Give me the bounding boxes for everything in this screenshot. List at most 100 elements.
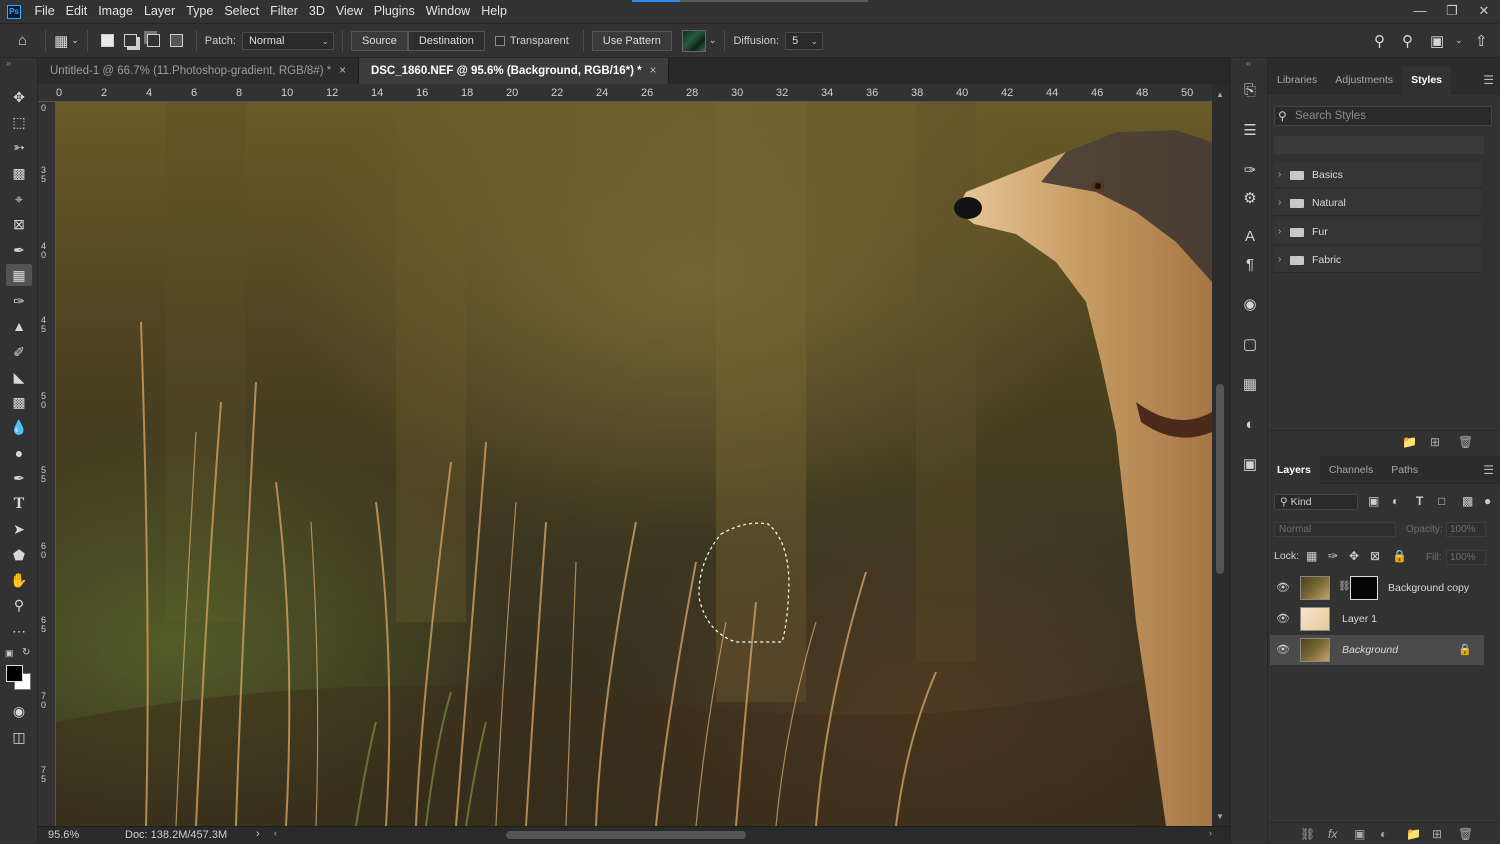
menu-type[interactable]: Type	[181, 0, 219, 23]
layer-filter-select[interactable]: ⚲ Kind	[1274, 494, 1358, 510]
patch-icon[interactable]: ▦	[6, 264, 32, 286]
patterns-icon[interactable]: ▦	[1238, 374, 1262, 396]
history-brush-icon[interactable]: ✐	[6, 341, 32, 363]
crop-icon[interactable]: ⌖	[6, 188, 32, 210]
pattern-picker[interactable]	[681, 29, 706, 52]
menu-3d[interactable]: 3D	[303, 0, 330, 23]
screen-mode-icon[interactable]: ◫	[6, 726, 32, 748]
visibility-eye-icon[interactable]: 👁	[1276, 581, 1290, 594]
tab-libraries[interactable]: Libraries	[1268, 66, 1326, 94]
search-cloud-icon[interactable]: ⚲	[1374, 32, 1385, 50]
collapse-icon[interactable]: «	[1246, 58, 1251, 68]
color-icon[interactable]: ◐	[1238, 414, 1262, 436]
marquee-icon[interactable]: ⬚	[6, 111, 32, 133]
eraser-icon[interactable]: ◣	[6, 366, 32, 388]
collapse-icon[interactable]: »	[6, 58, 11, 68]
tab-paths[interactable]: Paths	[1382, 456, 1427, 484]
tab-dsc-1860[interactable]: DSC_1860.NEF @ 95.6% (Background, RGB/16…	[358, 58, 670, 84]
minimize-icon[interactable]: —	[1404, 0, 1436, 23]
gradients-icon[interactable]: ▢	[1238, 334, 1262, 356]
lock-position-icon[interactable]: ✥	[1349, 549, 1359, 563]
eyedropper-icon[interactable]: ✒	[6, 239, 32, 261]
scrollbar-thumb[interactable]	[1216, 384, 1224, 574]
close-tab-icon[interactable]: ×	[339, 65, 346, 77]
scrollbar-thumb[interactable]	[506, 831, 746, 839]
pixel-filter-icon[interactable]: ▣	[1368, 494, 1379, 508]
swap-colors-icon[interactable]: ↻	[22, 647, 30, 658]
brush-icon[interactable]: ✑	[6, 290, 32, 312]
new-group-icon[interactable]: 📁	[1402, 435, 1417, 449]
chevron-down-icon[interactable]: ⌄	[71, 35, 79, 46]
menu-help[interactable]: Help	[476, 0, 513, 23]
menu-filter[interactable]: Filter	[265, 0, 304, 23]
chevron-down-icon[interactable]: ⌄	[1455, 35, 1463, 46]
move-icon[interactable]: ✥	[6, 86, 32, 108]
use-pattern-button[interactable]: Use Pattern	[591, 30, 672, 51]
close-tab-icon[interactable]: ×	[650, 65, 657, 77]
horizontal-ruler[interactable]: 0 2 4 6 8 10 12 14 16 18 20 22 24 26 28 30 32 34 36 38 40 42 4…	[38, 84, 1214, 102]
menu-window[interactable]: Window	[420, 0, 475, 23]
scroll-right-icon[interactable]: ›	[1209, 828, 1212, 838]
smart-object-filter-icon[interactable]: ▩	[1462, 494, 1473, 508]
tab-layers[interactable]: Layers	[1268, 456, 1320, 484]
default-colors-icon[interactable]: ▣	[5, 648, 14, 659]
shape-filter-icon[interactable]: □	[1438, 494, 1445, 508]
lock-image-icon[interactable]: ✑	[1328, 549, 1338, 563]
patch-tool-preset-icon[interactable]: ▦	[54, 32, 68, 50]
style-folder-fabric[interactable]: › Fabric	[1274, 247, 1482, 273]
frame-icon[interactable]: ⊠	[6, 213, 32, 235]
restore-icon[interactable]: ❐	[1436, 0, 1468, 23]
document-canvas[interactable]	[56, 102, 1212, 826]
lock-transparent-icon[interactable]: ▦	[1306, 549, 1317, 563]
chevron-down-icon[interactable]: ⌄	[709, 35, 717, 46]
path-select-icon[interactable]: ➤	[6, 518, 32, 540]
fx-icon[interactable]: fx	[1328, 827, 1337, 841]
visibility-eye-icon[interactable]: 👁	[1276, 643, 1290, 656]
lasso-icon[interactable]: ➳	[6, 136, 32, 158]
opacity-field[interactable]: 100%	[1446, 522, 1486, 537]
scroll-down-icon[interactable]: ▼	[1216, 812, 1224, 821]
new-selection-icon[interactable]	[100, 34, 114, 47]
intersect-selection-icon[interactable]	[169, 34, 183, 47]
gradient-icon[interactable]: ▩	[6, 391, 32, 413]
adjustment-layer-icon[interactable]: ◐	[1380, 827, 1387, 841]
destination-button[interactable]: Destination	[407, 30, 485, 51]
menu-edit[interactable]: Edit	[60, 0, 93, 23]
brushes-icon[interactable]: ⚙	[1238, 188, 1262, 210]
style-folder-fur[interactable]: › Fur	[1274, 219, 1482, 245]
scroll-left-icon[interactable]: ‹	[274, 828, 277, 838]
layer-mask-thumbnail[interactable]	[1350, 576, 1378, 600]
menu-layer[interactable]: Layer	[138, 0, 180, 23]
new-group-icon[interactable]: 📁	[1406, 827, 1421, 841]
delete-icon[interactable]: 🗑	[1458, 435, 1473, 449]
diffusion-field[interactable]: 5 ⌄	[785, 31, 824, 50]
menu-select[interactable]: Select	[219, 0, 265, 23]
blur-icon[interactable]: 💧	[6, 416, 32, 438]
dodge-icon[interactable]: ●	[6, 442, 32, 464]
workspace-icon[interactable]: ▣	[1430, 32, 1444, 50]
subtract-selection-icon[interactable]	[146, 34, 160, 47]
hand-icon[interactable]: ✋	[6, 569, 32, 591]
lock-all-icon[interactable]: 🔒	[1392, 549, 1407, 563]
panel-menu-icon[interactable]: ☰	[1483, 66, 1494, 94]
paragraph-icon[interactable]: ¶	[1238, 254, 1262, 276]
brush-settings-icon[interactable]: ✑	[1238, 160, 1262, 182]
new-layer-icon[interactable]: ⊞	[1432, 827, 1442, 841]
layer-row-background[interactable]: 👁 Background 🔒	[1270, 635, 1484, 665]
scroll-up-icon[interactable]: ▲	[1216, 90, 1224, 99]
panel-menu-icon[interactable]: ☰	[1483, 456, 1494, 484]
zoom-icon[interactable]: ⚲	[6, 594, 32, 616]
layer-row-layer-1[interactable]: 👁 Layer 1	[1270, 604, 1484, 634]
menu-plugins[interactable]: Plugins	[368, 0, 420, 23]
new-style-icon[interactable]: ⊞	[1430, 435, 1440, 449]
tab-channels[interactable]: Channels	[1320, 456, 1382, 484]
home-icon[interactable]: ⌂	[18, 32, 27, 49]
link-layers-icon[interactable]: ⛓	[1300, 827, 1315, 841]
adjustment-filter-icon[interactable]: ◐	[1392, 494, 1399, 508]
vertical-ruler[interactable]: 0 35 40 45 50 55 60 65 70 75	[38, 102, 56, 826]
patch-mode-select[interactable]: Normal ⌄	[241, 31, 334, 50]
vertical-scrollbar[interactable]: ▲ ▼	[1212, 84, 1230, 826]
status-menu-icon[interactable]: ›	[256, 828, 260, 840]
fill-field[interactable]: 100%	[1446, 550, 1486, 565]
add-selection-icon[interactable]	[123, 34, 137, 47]
